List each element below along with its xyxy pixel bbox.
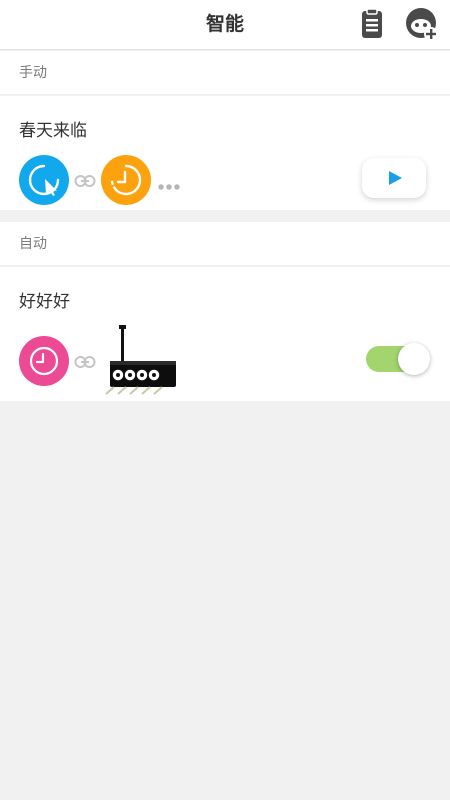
clipboard-icon[interactable]: [358, 8, 386, 40]
auto-scene-toggle[interactable]: [366, 343, 430, 375]
top-bar: 智能: [0, 0, 450, 50]
touch-trigger-icon: [19, 155, 69, 205]
run-scene-button[interactable]: [362, 158, 426, 198]
link-icon: [74, 354, 96, 368]
clock-icon: [19, 336, 69, 386]
manual-section-header: 手动: [0, 51, 450, 95]
auto-scene-name: 好好好: [19, 292, 70, 312]
manual-section-label: 手动: [19, 65, 47, 81]
manual-scene-name: 春天来临: [19, 121, 87, 141]
router-device-icon: [100, 325, 180, 395]
toggle-knob: [398, 343, 430, 375]
link-icon: [74, 173, 96, 187]
more-dots-icon: [157, 176, 181, 190]
auto-section-label: 自动: [19, 236, 47, 252]
auto-section-header: 自动: [0, 222, 450, 266]
add-scene-icon[interactable]: [404, 6, 440, 42]
timer-icon: [101, 155, 151, 205]
play-icon: [389, 171, 402, 185]
